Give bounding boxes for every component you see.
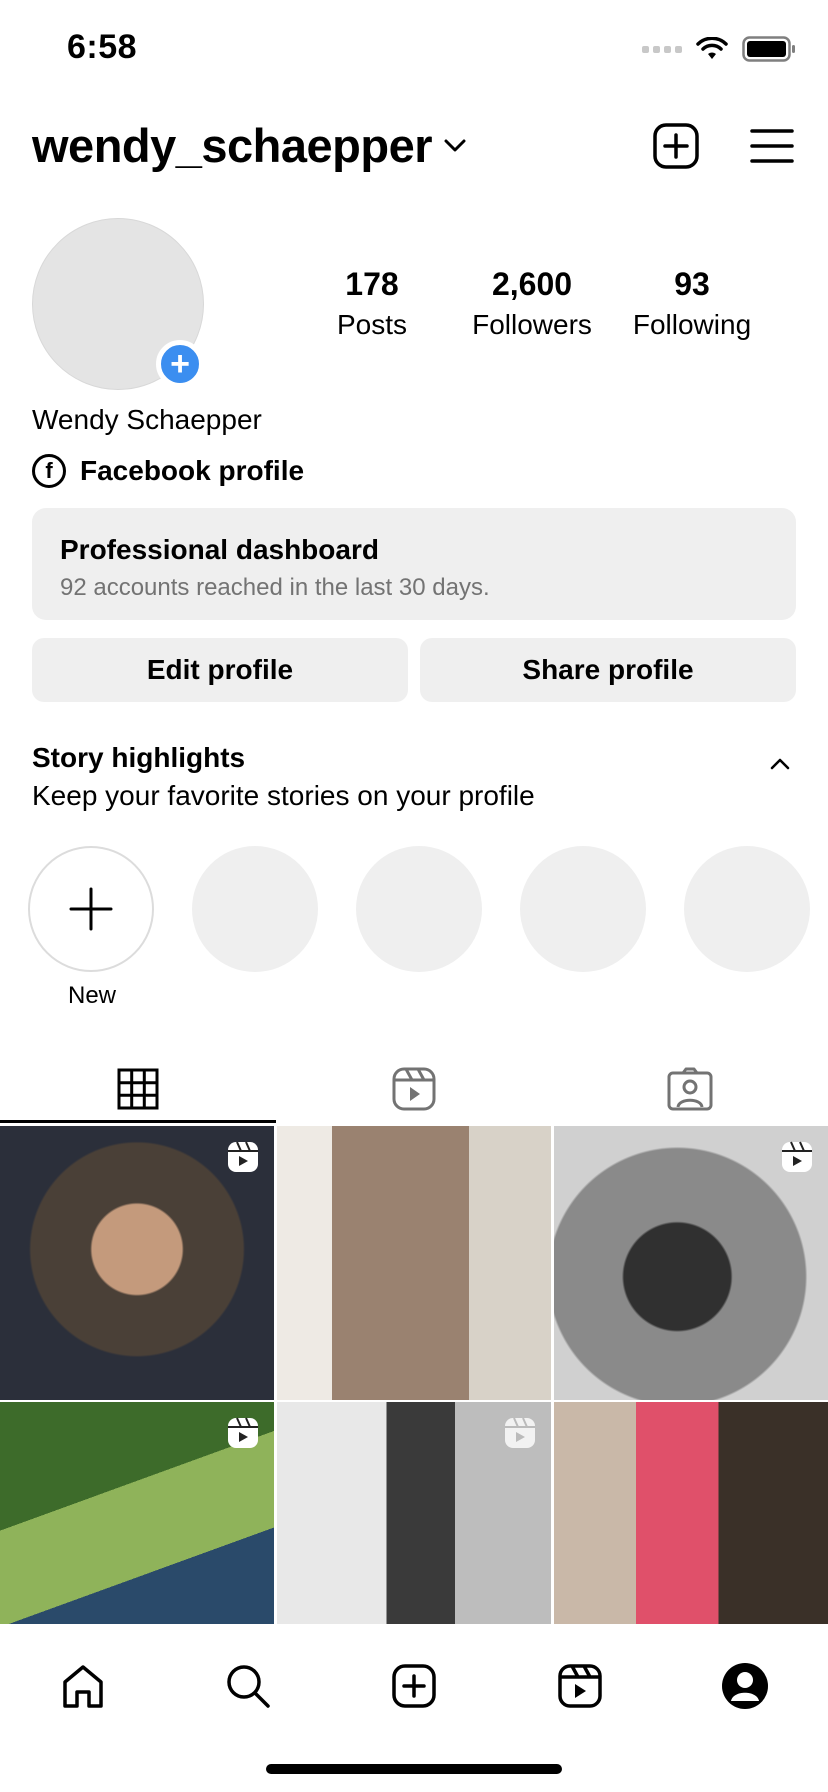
- grid-post-6[interactable]: [554, 1402, 828, 1624]
- stat-value: 178: [345, 266, 399, 302]
- cellular-signal-icon: [642, 45, 682, 53]
- chevron-up-icon[interactable]: [768, 752, 792, 776]
- highlight-placeholder: [684, 846, 810, 972]
- nav-profile[interactable]: [710, 1651, 780, 1721]
- full-name: Wendy Schaepper: [32, 404, 262, 435]
- reels-icon: [557, 1664, 602, 1708]
- status-indicators: [642, 36, 796, 62]
- tagged-icon: [667, 1067, 713, 1111]
- facebook-icon: f: [32, 454, 66, 488]
- stat-followers[interactable]: 2,600 Followers: [452, 266, 612, 341]
- username-title: wendy_schaepper: [32, 119, 433, 172]
- active-tab-indicator: [0, 1120, 276, 1123]
- search-icon: [227, 1665, 271, 1708]
- reel-badge-icon: [782, 1141, 812, 1172]
- plus-icon: [69, 887, 113, 931]
- stat-label: Following: [632, 309, 752, 340]
- edit-profile-button[interactable]: Edit profile: [32, 638, 408, 702]
- nav-reels[interactable]: [545, 1651, 615, 1721]
- grid-post-1[interactable]: [0, 1126, 274, 1400]
- stat-value: 2,600: [491, 266, 573, 302]
- dashboard-subtitle: 92 accounts reached in the last 30 days.: [60, 574, 490, 601]
- reels-icon: [392, 1067, 436, 1111]
- tab-posts-grid[interactable]: [0, 1054, 276, 1124]
- stat-value: 93: [674, 266, 710, 302]
- highlight-placeholder: [356, 846, 482, 972]
- stat-following[interactable]: 93 Following: [612, 266, 772, 341]
- reel-badge-icon: [505, 1417, 535, 1448]
- home-indicator: [266, 1764, 562, 1774]
- story-highlights-subtitle: Keep your favorite stories on your profi…: [32, 780, 535, 811]
- tab-tagged[interactable]: [552, 1054, 828, 1124]
- wifi-icon: [696, 37, 728, 59]
- bottom-navigation: [0, 1624, 828, 1748]
- nav-home[interactable]: [48, 1651, 118, 1721]
- highlight-placeholder: [192, 846, 318, 972]
- profile-icon: [722, 1663, 769, 1709]
- share-profile-button[interactable]: Share profile: [420, 638, 796, 702]
- chevron-down-icon: [444, 139, 466, 151]
- account-switcher[interactable]: wendy_schaepper: [32, 118, 466, 173]
- new-highlight-label: New: [67, 982, 116, 1009]
- professional-dashboard[interactable]: Professional dashboard 92 accounts reach…: [32, 508, 796, 620]
- status-time: 6:58: [67, 28, 138, 66]
- grid-post-5[interactable]: [277, 1402, 551, 1624]
- dashboard-title: Professional dashboard: [60, 534, 379, 565]
- stat-label: Followers: [472, 309, 592, 340]
- facebook-link-label: Facebook profile: [80, 455, 305, 486]
- highlight-placeholder: [520, 846, 646, 972]
- battery-icon: [742, 36, 795, 62]
- reel-badge-icon: [228, 1417, 258, 1448]
- create-icon: [392, 1664, 436, 1708]
- home-icon: [63, 1665, 103, 1708]
- tab-reels[interactable]: [276, 1054, 552, 1124]
- nav-search[interactable]: [213, 1651, 283, 1721]
- new-highlight-button[interactable]: [28, 846, 154, 972]
- facebook-profile-link[interactable]: f Facebook profile: [32, 454, 304, 488]
- nav-create[interactable]: [379, 1651, 449, 1721]
- add-story-plus-icon[interactable]: +: [156, 340, 204, 388]
- grid-post-4[interactable]: [0, 1402, 274, 1624]
- grid-post-3[interactable]: [554, 1126, 828, 1400]
- create-post-icon[interactable]: [652, 122, 700, 170]
- menu-icon[interactable]: [748, 122, 796, 170]
- grid-icon: [117, 1068, 159, 1110]
- story-highlights-title: Story highlights: [32, 742, 246, 773]
- grid-post-2[interactable]: [277, 1126, 551, 1400]
- reel-badge-icon: [228, 1141, 258, 1172]
- stat-posts[interactable]: 178 Posts: [292, 266, 452, 341]
- stat-label: Posts: [336, 309, 408, 340]
